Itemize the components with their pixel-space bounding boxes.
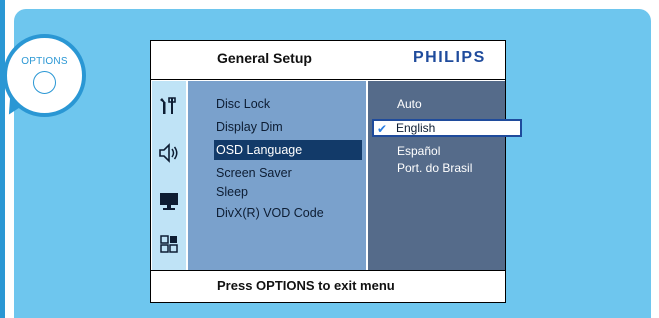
menu-header: General Setup PHILIPS [151, 41, 505, 80]
option-port-do-brasil[interactable]: Port. do Brasil [376, 159, 520, 177]
setup-menu-list: Disc Lock Display Dim OSD Language Scree… [188, 81, 366, 271]
options-button-illustration: OPTIONS [3, 34, 86, 117]
option-english[interactable]: ✔ English [372, 119, 522, 137]
menu-item-display-dim[interactable]: Display Dim [188, 117, 364, 137]
page-title: General Setup [217, 50, 312, 66]
menu-item-divx-vod-code[interactable]: DivX(R) VOD Code [188, 203, 364, 223]
left-accent-rule [0, 0, 5, 318]
speaker-icon[interactable] [158, 142, 180, 164]
option-auto[interactable]: Auto [376, 95, 520, 113]
menu-item-sleep[interactable]: Sleep [188, 182, 364, 202]
options-knob-icon [33, 71, 56, 94]
menu-item-disc-lock[interactable]: Disc Lock [188, 94, 364, 114]
grid-icon[interactable] [158, 233, 180, 255]
menu-footer: Press OPTIONS to exit menu [151, 270, 505, 302]
checkmark-icon: ✔ [377, 122, 388, 136]
settings-icon[interactable] [158, 95, 180, 117]
option-english-label: English [396, 121, 436, 135]
menu-item-osd-language[interactable]: OSD Language [214, 140, 362, 160]
category-icon-column [152, 81, 186, 271]
option-espanol[interactable]: Español [376, 142, 520, 160]
options-label: OPTIONS [21, 56, 68, 67]
brand-logo: PHILIPS [413, 49, 486, 66]
menu-item-screen-saver[interactable]: Screen Saver [188, 163, 364, 183]
monitor-icon[interactable] [158, 190, 180, 212]
osd-menu-screen: General Setup PHILIPS Disc Lock Display … [150, 40, 522, 303]
language-options-list: Auto ✔ English Español Port. do Brasil [368, 81, 522, 271]
footer-hint: Press OPTIONS to exit menu [217, 278, 395, 293]
